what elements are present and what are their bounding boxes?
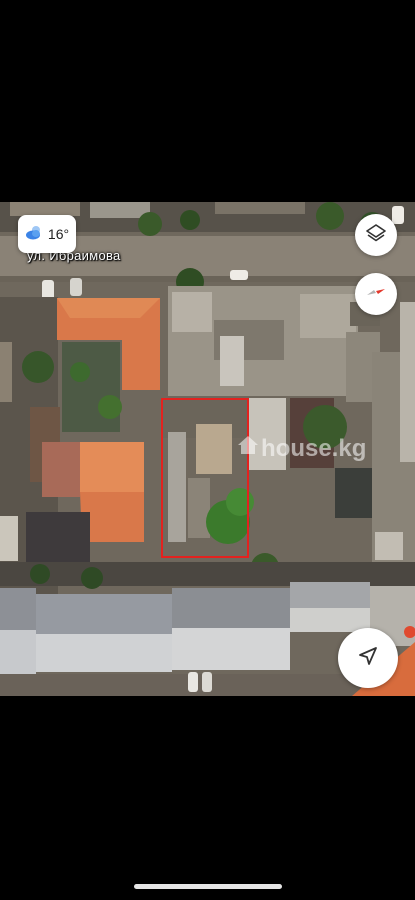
watermark: house.kg xyxy=(237,434,366,463)
compass-icon xyxy=(364,280,388,309)
parcel-outline xyxy=(161,398,249,558)
watermark-house-icon xyxy=(237,434,259,463)
layers-icon xyxy=(365,222,387,249)
navigation-arrow-icon xyxy=(357,645,379,672)
layers-button[interactable] xyxy=(355,214,397,256)
temperature: 16° xyxy=(47,226,70,242)
compass-button[interactable] xyxy=(355,273,397,315)
home-indicator[interactable] xyxy=(134,884,282,889)
partly-cloudy-icon xyxy=(25,224,43,245)
locate-me-button[interactable] xyxy=(338,628,398,688)
watermark-text: house.kg xyxy=(261,434,367,462)
weather-chip[interactable]: 16° xyxy=(18,215,76,253)
screen: ул. Ибраимова house.kg 16° xyxy=(0,0,415,900)
